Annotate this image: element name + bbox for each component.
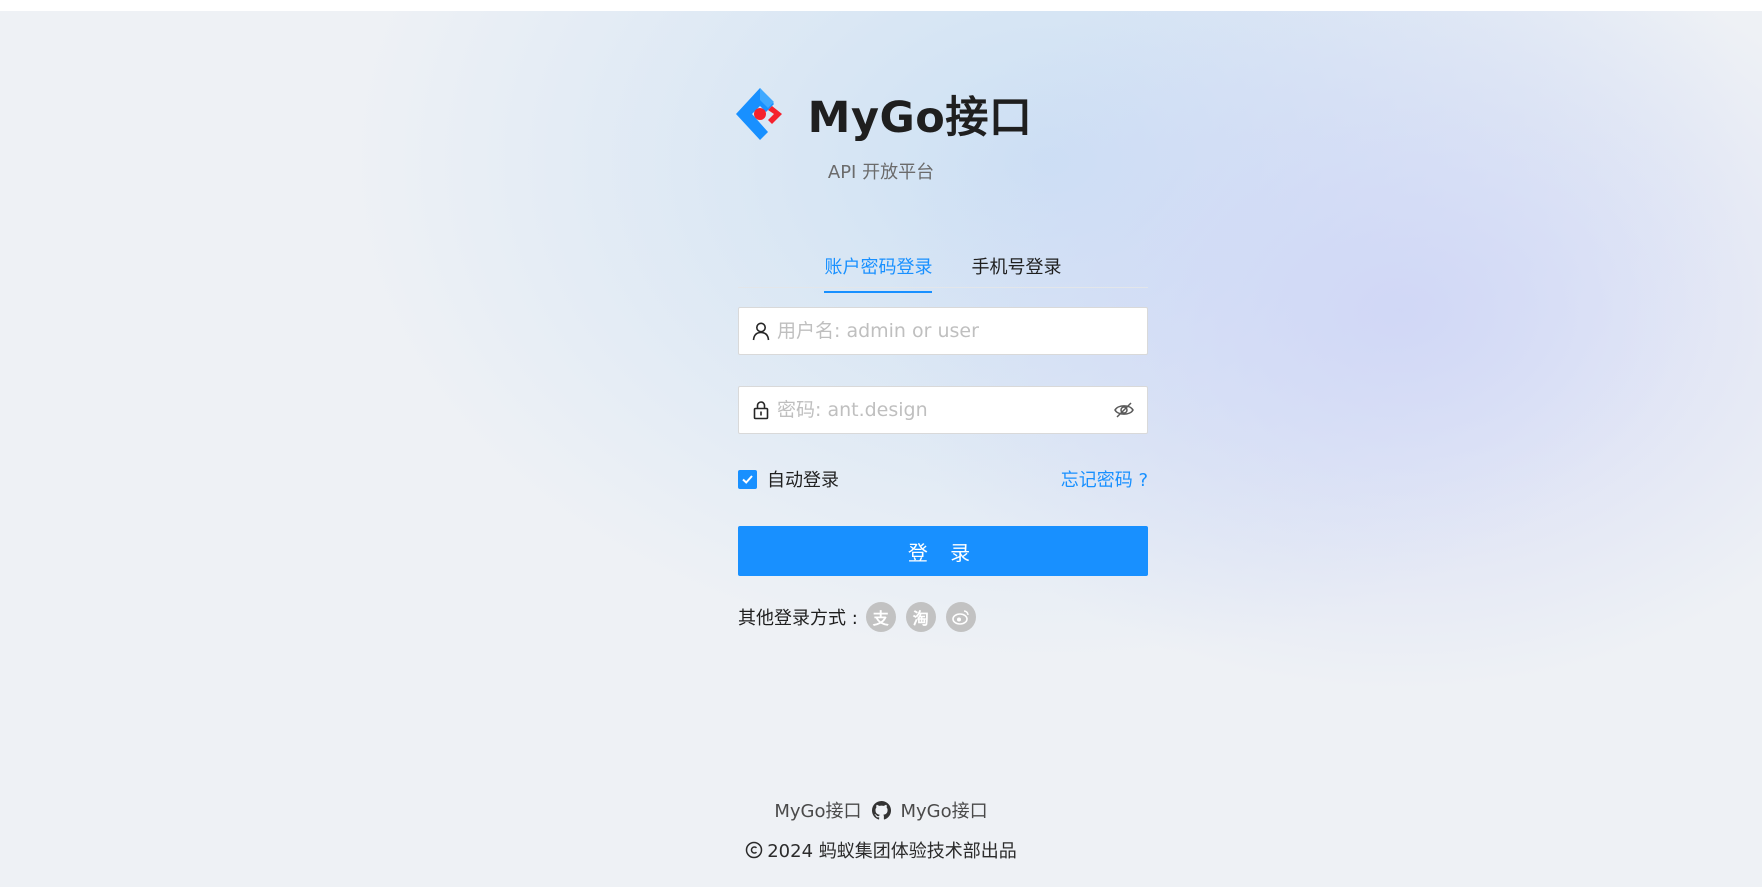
taobao-icon[interactable]: 淘: [905, 602, 936, 632]
lock-icon: [753, 401, 769, 420]
tab-account-login[interactable]: 账户密码登录: [824, 243, 933, 293]
tab-phone-login[interactable]: 手机号登录: [972, 243, 1062, 291]
footer-link-repo[interactable]: MyGo接口: [901, 797, 988, 823]
copyright-icon: [745, 841, 763, 859]
page-footer: MyGo接口 MyGo接口 2024 蚂蚁集团体验技术部出品: [0, 797, 1762, 864]
password-field: [738, 386, 1148, 434]
login-tabs: 账户密码登录 手机号登录: [738, 243, 1148, 293]
username-input[interactable]: [775, 319, 1135, 343]
copyright: 2024 蚂蚁集团体验技术部出品: [745, 837, 1017, 863]
alipay-icon[interactable]: 支: [865, 602, 896, 632]
weibo-icon[interactable]: [945, 602, 976, 632]
login-button[interactable]: 登 录: [738, 526, 1148, 576]
login-page: MyGo接口 API 开放平台 账户密码登录 手机号登录 用户名: admin …: [0, 11, 1762, 887]
eye-invisible-icon[interactable]: [1113, 399, 1135, 421]
ant-design-logo-icon: [735, 88, 782, 140]
checkbox-checked-icon[interactable]: [738, 469, 757, 489]
github-icon[interactable]: [871, 800, 891, 820]
username-field: [738, 307, 1148, 355]
login-form: 账户密码登录 手机号登录 用户名: admin or user 自动登录 忘记密…: [738, 243, 1148, 632]
brand: MyGo接口: [730, 83, 1033, 145]
password-input[interactable]: [775, 398, 1113, 422]
app-subtitle: API 开放平台: [827, 162, 935, 183]
other-login-methods: 其他登录方式 : 支 淘: [738, 602, 1148, 632]
other-login-label: 其他登录方式 :: [738, 608, 858, 629]
auto-login-label: 自动登录: [767, 470, 839, 491]
user-icon: [752, 322, 770, 341]
login-header: MyGo接口 API 开放平台: [0, 83, 1762, 184]
forgot-password-link[interactable]: 忘记密码 ?: [1061, 466, 1148, 492]
footer-links: MyGo接口 MyGo接口: [774, 797, 988, 823]
auto-login-checkbox[interactable]: 自动登录: [738, 466, 839, 492]
app-title: MyGo接口: [807, 93, 1033, 143]
footer-link-home[interactable]: MyGo接口: [774, 797, 861, 823]
copyright-text: 2024 蚂蚁集团体验技术部出品: [767, 841, 1017, 862]
login-options: 自动登录 忘记密码 ?: [738, 467, 1148, 491]
